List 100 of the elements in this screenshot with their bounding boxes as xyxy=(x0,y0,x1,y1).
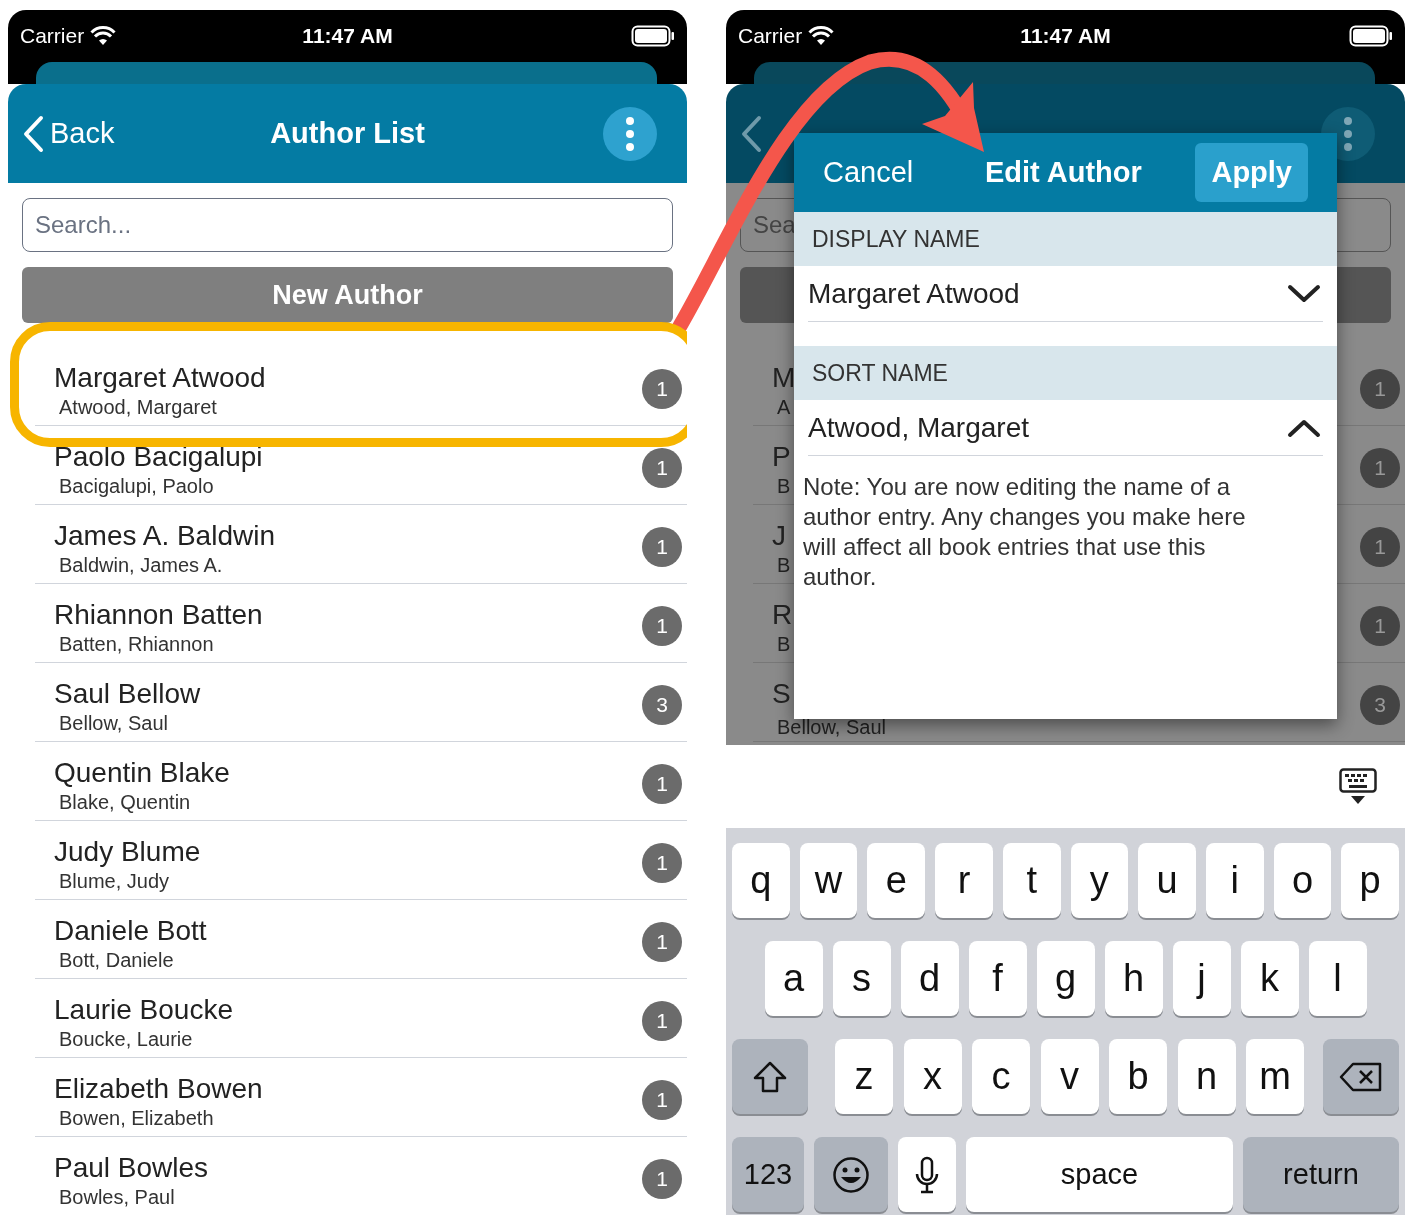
author-name: R xyxy=(772,598,793,632)
author-name: Daniele Bott xyxy=(54,914,207,948)
numbers-key[interactable]: 123 xyxy=(732,1137,804,1212)
author-name: Quentin Blake xyxy=(54,756,230,790)
author-sort-name: Batten, Rhiannon xyxy=(59,632,215,656)
wifi-icon xyxy=(808,26,835,46)
back-button[interactable]: Back xyxy=(22,111,115,156)
author-sort-name: Baldwin, James A. xyxy=(59,553,224,577)
battery-icon xyxy=(1349,25,1393,47)
carrier-label: Carrier xyxy=(738,23,803,50)
count-badge: 1 xyxy=(642,369,682,409)
count-badge: 1 xyxy=(642,1159,682,1199)
keyboard-key[interactable]: e xyxy=(867,843,926,918)
keyboard-key[interactable]: w xyxy=(799,843,858,918)
count-badge: 3 xyxy=(642,685,682,725)
count-badge: 1 xyxy=(1360,527,1400,567)
author-name: Margaret Atwood xyxy=(54,361,266,395)
count-badge: 1 xyxy=(1360,369,1400,409)
keyboard-key[interactable]: j xyxy=(1172,941,1231,1016)
keyboard-key[interactable]: y xyxy=(1070,843,1129,918)
count-badge: 1 xyxy=(642,843,682,883)
author-sort-name: Blake, Quentin xyxy=(59,790,192,814)
return-key[interactable]: return xyxy=(1243,1137,1399,1212)
author-name: Elizabeth Bowen xyxy=(54,1072,263,1106)
keyboard-key[interactable]: t xyxy=(1002,843,1061,918)
keyboard-key[interactable]: s xyxy=(832,941,891,1016)
keyboard-key[interactable]: u xyxy=(1138,843,1196,918)
author-sort-name: A xyxy=(777,395,792,419)
keyboard-key[interactable]: l xyxy=(1308,941,1367,1016)
keyboard-key[interactable]: k xyxy=(1240,941,1299,1016)
back-button[interactable] xyxy=(740,114,762,153)
keyboard-icon[interactable] xyxy=(1339,767,1377,806)
more-vertical-icon xyxy=(626,116,634,151)
battery-icon xyxy=(631,25,675,47)
name-field[interactable]: Margaret Atwood xyxy=(808,266,1323,322)
new-author-button[interactable]: New Author xyxy=(22,267,673,323)
author-sort-name: B xyxy=(777,474,791,498)
author-row[interactable]: Paolo Bacigalupi Bacigalupi, Paolo 1 xyxy=(35,426,687,505)
more-vertical-icon xyxy=(1344,116,1352,151)
author-row[interactable]: Saul Bellow Bellow, Saul 3 xyxy=(35,663,687,742)
author-row[interactable]: Judy Blume Blume, Judy 1 xyxy=(35,821,687,900)
author-row[interactable]: Paul Bowles Bowles, Paul 1 xyxy=(35,1137,687,1215)
count-badge: 3 xyxy=(1360,685,1400,725)
author-name: Paul Bowles xyxy=(54,1151,209,1185)
field-value: Margaret Atwood xyxy=(808,276,1020,311)
delete-key[interactable] xyxy=(1323,1039,1399,1114)
keyboard-key[interactable]: q xyxy=(732,843,790,918)
keyboard-key[interactable]: m xyxy=(1246,1039,1304,1114)
author-row[interactable]: Laurie Boucke Boucke, Laurie 1 xyxy=(35,979,687,1058)
keyboard-key[interactable]: r xyxy=(935,843,993,918)
author-name: J xyxy=(772,519,787,553)
author-sort-name: B xyxy=(777,632,792,656)
keyboard-key[interactable]: v xyxy=(1040,1039,1099,1114)
cancel-button[interactable]: Cancel xyxy=(823,150,914,195)
author-row[interactable]: Elizabeth Bowen Bowen, Elizabeth 1 xyxy=(35,1058,687,1137)
author-name: Rhiannon Batten xyxy=(54,598,263,632)
author-name: Laurie Boucke xyxy=(54,993,233,1027)
author-row[interactable]: Margaret Atwood Atwood, Margaret 1 xyxy=(35,347,687,426)
keyboard-key[interactable]: b xyxy=(1109,1039,1167,1114)
author-sort-name: B xyxy=(777,553,791,577)
keyboard-key[interactable]: h xyxy=(1104,941,1163,1016)
keyboard-key[interactable]: f xyxy=(968,941,1027,1016)
keyboard-key[interactable]: o xyxy=(1273,843,1332,918)
author-sort-name: Bott, Daniele xyxy=(59,948,175,972)
author-sort-name: Atwood, Margaret xyxy=(59,395,218,419)
chevron-up-icon[interactable] xyxy=(1287,417,1321,438)
keyboard-key[interactable]: c xyxy=(972,1039,1030,1114)
keyboard-key[interactable]: z xyxy=(835,1039,893,1114)
screen-title: Author List xyxy=(270,115,425,151)
keyboard-key[interactable]: a xyxy=(764,941,823,1016)
author-row[interactable]: James A. Baldwin Baldwin, James A. 1 xyxy=(35,505,687,584)
author-row[interactable]: Rhiannon Batten Batten, Rhiannon 1 xyxy=(35,584,687,663)
name-field[interactable]: Atwood, Margaret xyxy=(808,400,1323,456)
smiley-icon xyxy=(832,1155,870,1194)
chevron-down-icon[interactable] xyxy=(1287,283,1321,304)
section-header: DISPLAY NAME xyxy=(794,212,1337,266)
keyboard-key[interactable]: d xyxy=(900,941,959,1016)
keyboard-key[interactable]: i xyxy=(1205,843,1264,918)
clock-time: 11:47 AM xyxy=(1020,23,1111,50)
keyboard-key[interactable]: p xyxy=(1341,843,1400,918)
clock-time: 11:47 AM xyxy=(302,23,393,50)
author-row[interactable]: Quentin Blake Blake, Quentin 1 xyxy=(35,742,687,821)
keyboard-key[interactable]: n xyxy=(1177,1039,1236,1114)
space-key[interactable]: space xyxy=(966,1137,1233,1212)
author-name: Saul Bellow xyxy=(54,677,201,711)
emoji-key[interactable] xyxy=(814,1137,888,1212)
chevron-left-icon xyxy=(740,114,762,153)
author-row[interactable]: Daniele Bott Bott, Daniele 1 xyxy=(35,900,687,979)
search-field[interactable]: Search... xyxy=(22,198,673,252)
more-button[interactable] xyxy=(603,106,657,161)
dictation-key[interactable] xyxy=(898,1137,956,1212)
dialog-title: Edit Author xyxy=(985,154,1142,190)
count-badge: 1 xyxy=(1360,448,1400,488)
shift-key[interactable] xyxy=(732,1039,808,1114)
note-text: Note: You are now editing the name of a author entry. Any changes you make here will affect all book entries that use this author. xyxy=(802,472,1247,592)
author-sort-name: Bowen, Elizabeth xyxy=(59,1106,215,1130)
carrier-label: Carrier xyxy=(20,23,85,50)
keyboard-key[interactable]: x xyxy=(903,1039,962,1114)
section-header: SORT NAME xyxy=(794,346,1337,400)
keyboard-key[interactable]: g xyxy=(1036,941,1095,1016)
